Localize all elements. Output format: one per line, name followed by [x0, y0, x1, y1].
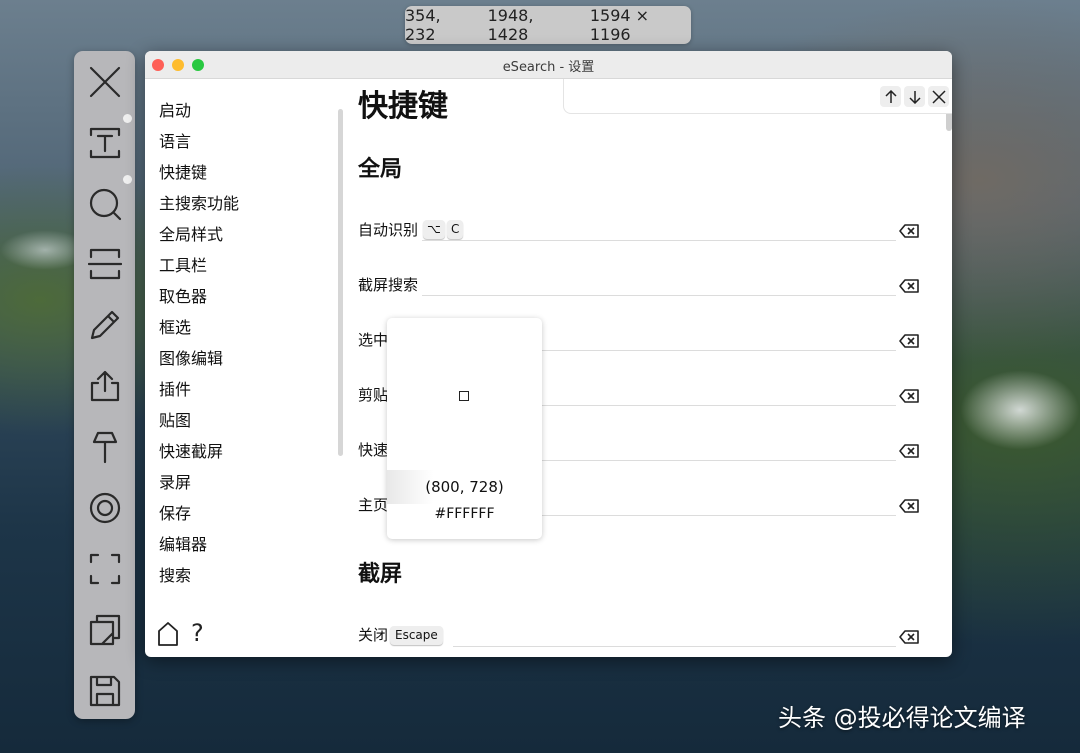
find-previous-button[interactable] — [880, 86, 901, 107]
nav-item-search[interactable]: 搜索 — [159, 562, 191, 586]
nav-item-plugins[interactable]: 插件 — [159, 376, 191, 400]
drag-handle-dot[interactable] — [123, 114, 132, 123]
capture-end: 1948, 1428 — [487, 6, 534, 44]
nav-item-startup[interactable]: 启动 — [159, 97, 191, 121]
shortcut-label: 自动识别 — [358, 221, 419, 239]
find-next-button[interactable] — [904, 86, 925, 107]
nav-item-save[interactable]: 保存 — [159, 500, 191, 524]
drag-handle-dot[interactable] — [123, 175, 132, 184]
section-global: 全局 — [358, 157, 403, 182]
title-bar[interactable]: eSearch - 设置 — [145, 51, 952, 79]
selection-icon[interactable] — [86, 550, 123, 587]
scroll-capture-icon[interactable] — [86, 245, 123, 282]
nav-item-pin[interactable]: 贴图 — [159, 407, 191, 431]
search-icon[interactable] — [86, 185, 123, 222]
nav-item-image-edit[interactable]: 图像编辑 — [159, 345, 223, 369]
shortcut-label: 关闭 — [358, 626, 389, 644]
sidebar-scrollbar[interactable] — [338, 109, 343, 456]
clear-shortcut-icon[interactable] — [899, 334, 919, 348]
window-title: eSearch - 设置 — [502, 60, 595, 75]
shortcut-input[interactable] — [422, 295, 896, 296]
nav-item-global-style[interactable]: 全局样式 — [159, 221, 223, 245]
text-ocr-icon[interactable] — [86, 124, 123, 161]
capture-toolbar — [74, 51, 135, 719]
nav-item-language[interactable]: 语言 — [159, 128, 191, 152]
find-bar[interactable] — [563, 79, 952, 114]
capture-info-tooltip: 354, 232 1948, 1428 1594 × 1196 — [405, 6, 691, 44]
shortcut-label: 剪贴 — [358, 386, 389, 404]
section-capture: 截屏 — [358, 562, 403, 587]
arrow-down-icon — [908, 90, 921, 104]
shortcut-input[interactable] — [422, 240, 896, 241]
clear-shortcut-icon[interactable] — [899, 279, 919, 293]
background-clouds — [960, 370, 1080, 450]
settings-sidebar: 启动 语言 快捷键 主搜索功能 全局样式 工具栏 取色器 框选 图像编辑 插件 … — [145, 79, 345, 657]
close-icon[interactable] — [86, 63, 123, 100]
clear-shortcut-icon[interactable] — [899, 444, 919, 458]
find-close-button[interactable] — [928, 86, 949, 107]
clear-shortcut-icon[interactable] — [899, 499, 919, 513]
shortcut-label: 选中 — [358, 331, 389, 349]
shortcut-label: 快速 — [358, 441, 389, 459]
share-icon[interactable] — [86, 367, 123, 404]
shortcut-label: 截屏搜索 — [358, 276, 419, 294]
capture-start: 354, 232 — [405, 6, 441, 44]
nav-item-main-search[interactable]: 主搜索功能 — [159, 190, 239, 214]
arrow-up-icon — [884, 89, 897, 103]
page-title: 快捷键 — [358, 89, 448, 124]
record-icon[interactable] — [86, 489, 123, 526]
close-icon — [931, 89, 946, 104]
settings-window: eSearch - 设置 启动 语言 快捷键 主搜索功能 全局样式 工具栏 取色… — [145, 51, 952, 657]
save-icon[interactable] — [86, 672, 123, 709]
shortcut-key: Escape — [390, 626, 443, 645]
nav-item-toolbar[interactable]: 工具栏 — [159, 252, 207, 276]
copy-icon[interactable] — [86, 611, 123, 648]
watermark: 头条 @投必得论文编译 — [778, 704, 1026, 732]
nav-item-record[interactable]: 录屏 — [159, 469, 191, 493]
nav-item-quick-capture[interactable]: 快速截屏 — [159, 438, 223, 462]
nav-item-selection[interactable]: 框选 — [159, 314, 191, 338]
nav-item-shortcuts[interactable]: 快捷键 — [159, 159, 207, 183]
capture-size: 1594 × 1196 — [589, 6, 650, 44]
nav-item-color-picker[interactable]: 取色器 — [159, 283, 207, 307]
shortcut-label: 主页 — [358, 496, 389, 514]
cursor-coordinate: (800, 728) — [387, 470, 542, 504]
shortcut-key: ⌥ — [423, 220, 445, 239]
pin-icon[interactable] — [86, 428, 123, 465]
pencil-icon[interactable] — [86, 306, 123, 343]
color-picker-magnifier: (800, 728) #FFFFFF — [387, 318, 542, 539]
shortcut-key: C — [447, 220, 464, 239]
picked-color-value[interactable]: #FFFFFF — [387, 506, 542, 522]
clear-shortcut-icon[interactable] — [899, 630, 919, 644]
magnifier-center-pixel — [459, 391, 469, 401]
nav-item-editor[interactable]: 编辑器 — [159, 531, 207, 555]
clear-shortcut-icon[interactable] — [899, 224, 919, 238]
help-icon[interactable]: ? — [191, 619, 204, 647]
home-icon[interactable] — [157, 621, 179, 651]
clear-shortcut-icon[interactable] — [899, 389, 919, 403]
shortcut-input[interactable] — [453, 646, 896, 647]
